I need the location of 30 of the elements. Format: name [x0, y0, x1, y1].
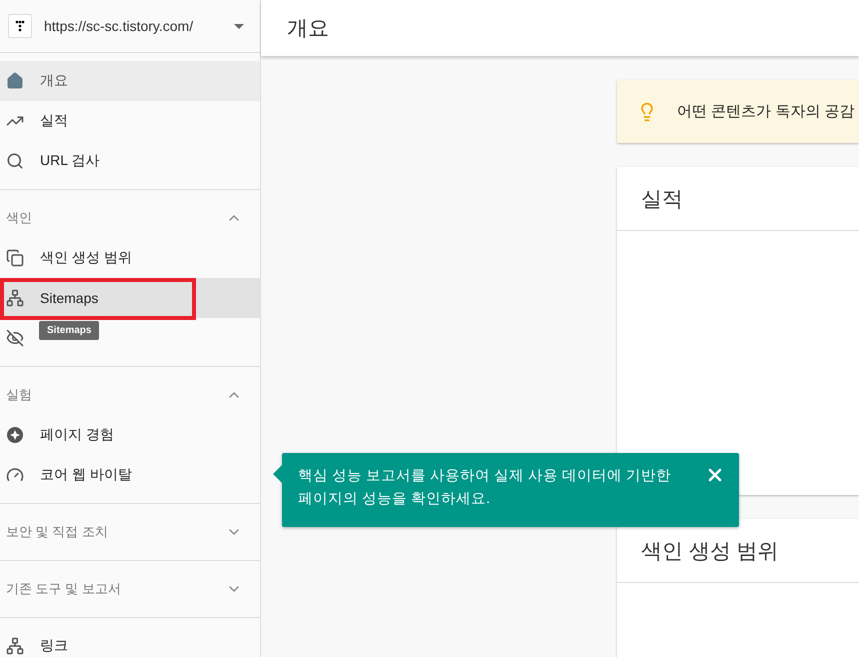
nav-item[interactable]: 실적: [0, 101, 260, 141]
banner-text: 어떤 콘텐츠가 독자의 공감: [677, 102, 855, 121]
callout-text: 핵심 성능 보고서를 사용하여 실제 사용 데이터에 기반한 페이지의 성능을 확인하세요.: [298, 467, 672, 509]
section-header[interactable]: 보안 및 직접 조치: [0, 512, 260, 552]
dropdown-caret-icon: [234, 24, 244, 28]
gauge-icon: [6, 466, 24, 484]
star-circle-icon: [6, 426, 24, 444]
pages-icon: [6, 249, 24, 267]
property-selector[interactable]: https://sc-sc.tistory.com/: [0, 0, 260, 53]
link-tree-icon: [6, 637, 24, 655]
home-icon: [6, 72, 24, 90]
section-header[interactable]: 기존 도구 및 보고서: [0, 569, 260, 609]
nav-item[interactable]: 페이지 경험: [0, 415, 260, 455]
nav-item[interactable]: 코어 웹 바이탈: [0, 455, 260, 495]
nav-item[interactable]: URL 검사: [0, 141, 260, 181]
section-header[interactable]: 실험: [0, 375, 260, 415]
section-header[interactable]: 색인: [0, 198, 260, 238]
property-url: https://sc-sc.tistory.com/: [44, 18, 194, 34]
eye-off-icon: [6, 329, 24, 347]
nav-item[interactable]: 개요: [0, 61, 260, 101]
sitemap-icon: [6, 289, 24, 307]
nav-item[interactable]: 색인 생성 범위: [0, 238, 260, 278]
search-icon: [6, 152, 24, 170]
nav-item[interactable]: 링크: [0, 626, 260, 657]
nav-item[interactable]: Sitemaps: [0, 278, 260, 318]
card-title: 색인 생성 범위: [641, 538, 779, 564]
card-title: 실적: [641, 186, 683, 212]
site-logo-icon: [8, 14, 32, 38]
page-title: 개요: [287, 16, 329, 42]
tooltip: Sitemaps: [39, 321, 100, 340]
